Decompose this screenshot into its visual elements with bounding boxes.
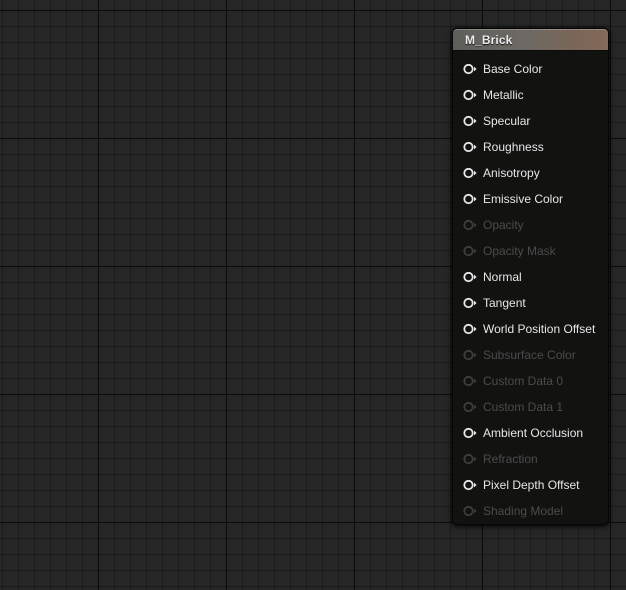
input-pin-icon[interactable] — [463, 479, 477, 491]
pin-pixel-depth-offset[interactable]: Pixel Depth Offset — [453, 472, 608, 498]
pin-label: Refraction — [483, 452, 538, 466]
pin-base-color[interactable]: Base Color — [453, 56, 608, 82]
input-pin-icon[interactable] — [463, 323, 477, 335]
pin-custom-data-0[interactable]: Custom Data 0 — [453, 368, 608, 394]
input-pin-icon[interactable] — [463, 271, 477, 283]
pin-label: Subsurface Color — [483, 348, 576, 362]
pin-specular[interactable]: Specular — [453, 108, 608, 134]
pin-opacity-mask[interactable]: Opacity Mask — [453, 238, 608, 264]
input-pin-icon[interactable] — [463, 505, 477, 517]
graph-origin-axis-horizontal — [0, 10, 626, 11]
pin-label: World Position Offset — [483, 322, 596, 336]
pin-custom-data-1[interactable]: Custom Data 1 — [453, 394, 608, 420]
pin-subsurface-color[interactable]: Subsurface Color — [453, 342, 608, 368]
pin-label: Emissive Color — [483, 192, 564, 206]
input-pin-icon[interactable] — [463, 297, 477, 309]
pin-anisotropy[interactable]: Anisotropy — [453, 160, 608, 186]
pin-label: Tangent — [483, 296, 526, 310]
pin-roughness[interactable]: Roughness — [453, 134, 608, 160]
pin-label: Specular — [483, 114, 531, 128]
input-pin-icon[interactable] — [463, 219, 477, 231]
node-header[interactable]: M_Brick — [453, 29, 608, 51]
pin-label: Opacity Mask — [483, 244, 556, 258]
pin-normal[interactable]: Normal — [453, 264, 608, 290]
pin-label: Custom Data 0 — [483, 374, 564, 388]
pin-label: Metallic — [483, 88, 524, 102]
pin-world-position-offset[interactable]: World Position Offset — [453, 316, 608, 342]
pin-label: Base Color — [483, 62, 543, 76]
input-pin-icon[interactable] — [463, 401, 477, 413]
material-output-node[interactable]: M_Brick Base Color Metallic Specular Roughn… — [452, 28, 609, 525]
input-pin-icon[interactable] — [463, 193, 477, 205]
input-pin-icon[interactable] — [463, 245, 477, 257]
pin-label: Custom Data 1 — [483, 400, 564, 414]
input-pin-icon[interactable] — [463, 63, 477, 75]
input-pin-icon[interactable] — [463, 89, 477, 101]
pin-list: Base Color Metallic Specular Roughness Aniso… — [453, 51, 608, 524]
pin-label: Opacity — [483, 218, 524, 232]
pin-label: Shading Model — [483, 504, 564, 518]
pin-refraction[interactable]: Refraction — [453, 446, 608, 472]
pin-shading-model[interactable]: Shading Model — [453, 498, 608, 524]
input-pin-icon[interactable] — [463, 453, 477, 465]
pin-label: Normal — [483, 270, 522, 284]
pin-label: Pixel Depth Offset — [483, 478, 580, 492]
pin-emissive-color[interactable]: Emissive Color — [453, 186, 608, 212]
node-title: M_Brick — [465, 32, 513, 47]
pin-tangent[interactable]: Tangent — [453, 290, 608, 316]
input-pin-icon[interactable] — [463, 349, 477, 361]
pin-label: Roughness — [483, 140, 544, 154]
pin-opacity[interactable]: Opacity — [453, 212, 608, 238]
material-graph-canvas[interactable]: M_Brick Base Color Metallic Specular Roughn… — [0, 0, 626, 590]
input-pin-icon[interactable] — [463, 141, 477, 153]
input-pin-icon[interactable] — [463, 375, 477, 387]
pin-label: Ambient Occlusion — [483, 426, 584, 440]
pin-label: Anisotropy — [483, 166, 540, 180]
pin-ambient-occlusion[interactable]: Ambient Occlusion — [453, 420, 608, 446]
input-pin-icon[interactable] — [463, 115, 477, 127]
pin-metallic[interactable]: Metallic — [453, 82, 608, 108]
input-pin-icon[interactable] — [463, 167, 477, 179]
input-pin-icon[interactable] — [463, 427, 477, 439]
